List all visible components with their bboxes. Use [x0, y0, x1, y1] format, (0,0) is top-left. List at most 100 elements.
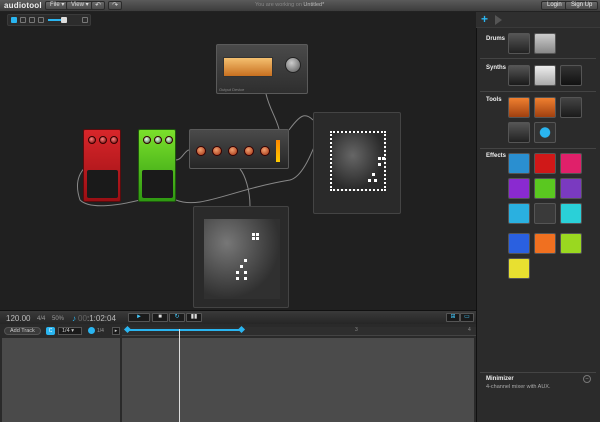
active-step[interactable]	[382, 157, 385, 160]
snap-select[interactable]: 1/4 ▾	[58, 327, 82, 335]
signup-button[interactable]: Sign Up	[565, 1, 599, 10]
play-preview-icon[interactable]	[495, 15, 502, 25]
effect-tile[interactable]	[560, 203, 582, 224]
divider	[480, 91, 596, 92]
login-button[interactable]: Login	[541, 1, 568, 10]
pedal-knob[interactable]	[165, 136, 173, 144]
effect-tile[interactable]	[534, 203, 556, 224]
channel-knob[interactable]	[244, 146, 254, 156]
collapse-info-icon[interactable]: –	[583, 375, 591, 383]
playhead[interactable]	[179, 329, 180, 422]
drum-machine-tile[interactable]	[508, 33, 530, 54]
device-info-text: 4-channel mixer with AUX.	[486, 384, 551, 390]
pulverisateur-sequencer[interactable]	[193, 206, 289, 308]
ruler-mark: 3	[355, 327, 358, 333]
matrix-sequencer[interactable]	[313, 112, 401, 214]
grid-label: 1/4	[97, 328, 104, 334]
pedal-knob[interactable]	[110, 136, 118, 144]
add-device-icon[interactable]: +	[481, 12, 488, 26]
mixer-device[interactable]	[189, 129, 289, 169]
record-button[interactable]: ▮▮	[186, 313, 202, 322]
active-step[interactable]	[372, 173, 375, 176]
effect-tile[interactable]	[508, 258, 530, 279]
effect-tile[interactable]	[534, 153, 556, 174]
step-grid[interactable]	[204, 219, 280, 299]
snap-icon[interactable]: ⊞	[446, 313, 460, 322]
master-volume-knob[interactable]	[285, 57, 301, 73]
active-step[interactable]	[368, 179, 371, 182]
tool-tile[interactable]	[534, 97, 556, 118]
synth-tile[interactable]	[534, 65, 556, 86]
output-device-label: Output Device	[219, 87, 245, 92]
active-step[interactable]	[240, 265, 243, 268]
pedal-knob[interactable]	[99, 136, 107, 144]
swing-display[interactable]: 50%	[52, 316, 64, 322]
effect-tile[interactable]	[534, 178, 556, 199]
effect-tile[interactable]	[508, 203, 530, 224]
effect-tile[interactable]	[508, 233, 530, 254]
distortion-pedal[interactable]	[83, 129, 121, 202]
folder-icon[interactable]: ▭	[460, 313, 474, 322]
step-grid[interactable]	[330, 131, 386, 191]
pedal-knob[interactable]	[88, 136, 96, 144]
channel-knob[interactable]	[212, 146, 222, 156]
active-step[interactable]	[374, 179, 377, 182]
position-prefix: 00	[78, 314, 87, 323]
tool-tile[interactable]	[560, 97, 582, 118]
active-step[interactable]	[244, 277, 247, 280]
pedal-knob[interactable]	[154, 136, 162, 144]
pedal-knob[interactable]	[143, 136, 151, 144]
effect-tile[interactable]	[560, 153, 582, 174]
tool-tile[interactable]	[508, 122, 530, 143]
active-step[interactable]	[244, 271, 247, 274]
active-step[interactable]	[236, 271, 239, 274]
active-step[interactable]	[244, 259, 247, 262]
active-step[interactable]	[252, 233, 255, 236]
play-button[interactable]: ►	[128, 313, 150, 322]
effect-tile[interactable]	[508, 178, 530, 199]
stop-button[interactable]: ■	[152, 313, 168, 322]
tool-tile[interactable]	[534, 122, 556, 143]
section-effects: Effects	[486, 153, 507, 159]
active-step[interactable]	[378, 157, 381, 160]
effect-tile[interactable]	[508, 153, 530, 174]
zoom-fit-button[interactable]: ▸	[112, 327, 120, 335]
active-step[interactable]	[252, 237, 255, 240]
output-device[interactable]: Output Device	[216, 44, 308, 94]
section-tools: Tools	[486, 97, 502, 103]
loop-button[interactable]: ↻	[169, 313, 185, 322]
divider	[480, 148, 596, 149]
time-signature[interactable]: 4/4	[37, 316, 45, 322]
follow-toggle[interactable]	[88, 327, 95, 334]
add-track-button[interactable]: Add Track	[4, 327, 41, 335]
synth-tile[interactable]	[560, 65, 582, 86]
position-display: :1:02:04	[87, 314, 116, 323]
active-step[interactable]	[378, 163, 381, 166]
track-lanes[interactable]	[122, 338, 474, 422]
level-meter	[276, 140, 280, 162]
note-icon: ♪	[72, 314, 76, 323]
vu-meter	[223, 57, 273, 77]
footswitch[interactable]	[142, 170, 173, 198]
channel-knob[interactable]	[196, 146, 206, 156]
active-step[interactable]	[256, 233, 259, 236]
synth-tile[interactable]	[508, 65, 530, 86]
effect-tile[interactable]	[560, 178, 582, 199]
effect-tile[interactable]	[534, 233, 556, 254]
tool-tile[interactable]	[508, 97, 530, 118]
track-list[interactable]	[2, 338, 120, 422]
chorus-pedal[interactable]	[138, 129, 176, 202]
divider	[480, 372, 596, 373]
loop-region[interactable]	[127, 329, 241, 331]
active-step[interactable]	[236, 277, 239, 280]
channel-knob[interactable]	[228, 146, 238, 156]
channel-knob[interactable]	[260, 146, 270, 156]
footswitch[interactable]	[87, 170, 118, 198]
cable	[239, 168, 251, 207]
active-step[interactable]	[256, 237, 259, 240]
effect-tile[interactable]	[560, 233, 582, 254]
cursor-mode-button[interactable]: C	[46, 327, 55, 335]
bpm-display[interactable]: 120.00	[6, 314, 30, 323]
section-synths: Synths	[486, 65, 507, 71]
beatbox-tile[interactable]	[534, 33, 556, 54]
